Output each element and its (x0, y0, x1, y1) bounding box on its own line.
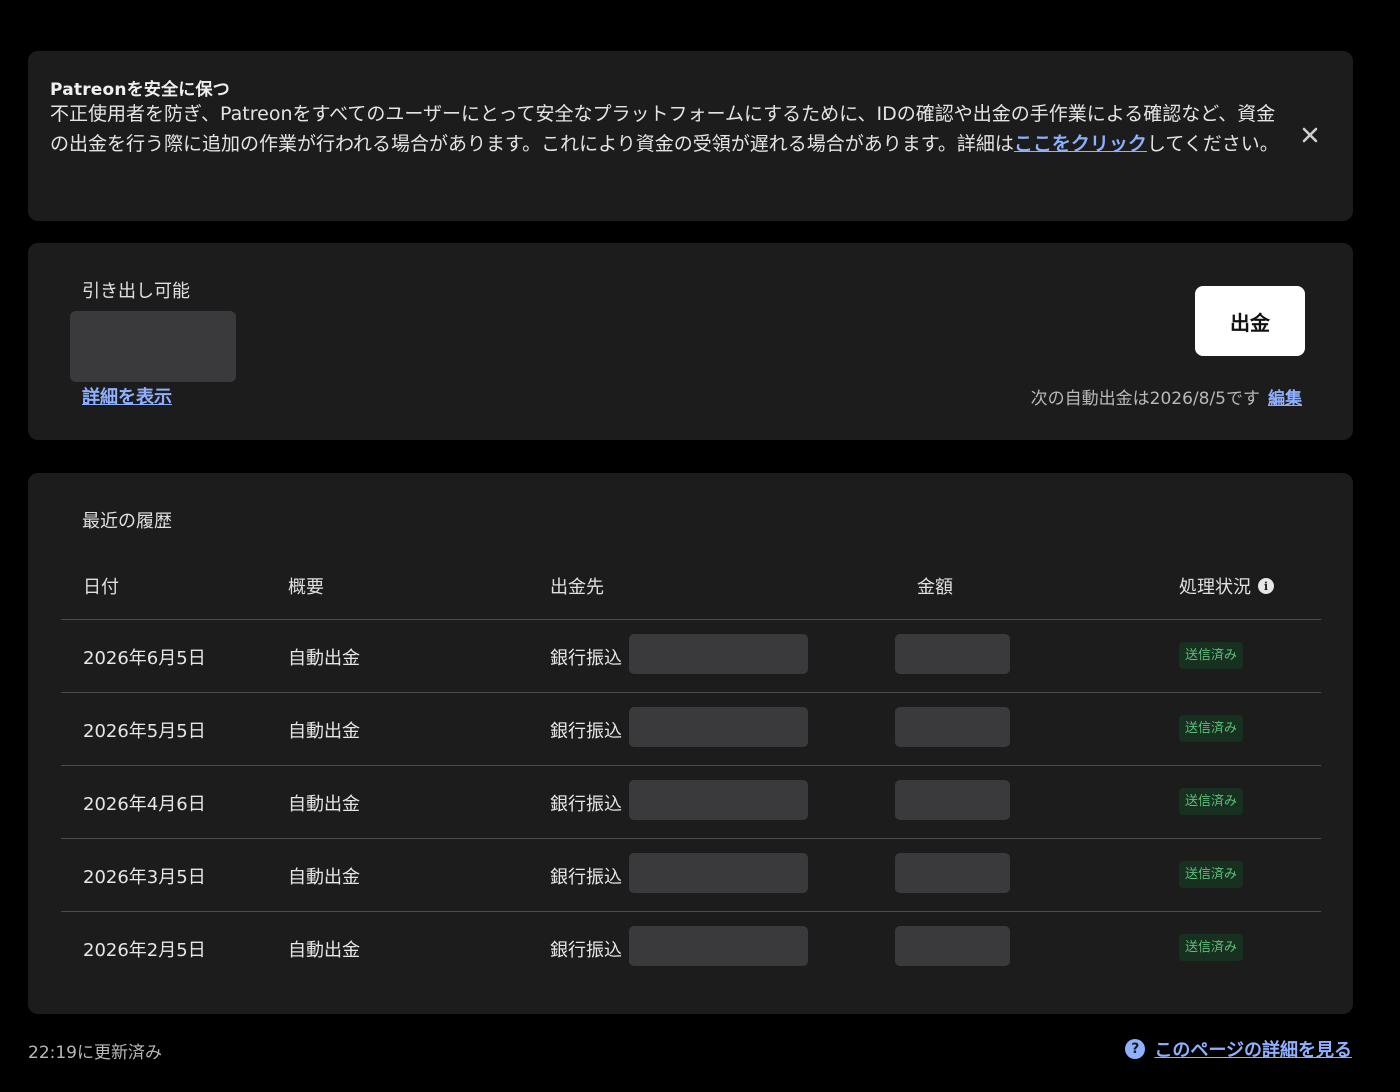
question-circle-icon: ? (1125, 1039, 1146, 1059)
row-destination: 銀行振込 (550, 940, 622, 961)
available-balance-label: 引き出し可能 (82, 281, 190, 302)
destination-redacted (629, 780, 808, 820)
amount-redacted (895, 926, 1010, 966)
column-header-amount: 金額 (917, 577, 953, 598)
row-summary: 自動出金 (288, 794, 360, 815)
table-row: 2026年5月5日 自動出金 銀行振込 送信済み (61, 693, 1321, 766)
row-date: 2026年4月6日 (83, 794, 206, 815)
notice-click-here-link[interactable]: ここをクリック (1014, 133, 1147, 155)
recent-history-card: 最近の履歴 日付 概要 出金先 金額 処理状況 i 2026年6月5日 自動出金… (28, 473, 1353, 1014)
withdraw-button[interactable]: 出金 (1195, 286, 1305, 356)
row-destination: 銀行振込 (550, 794, 622, 815)
row-destination: 銀行振込 (550, 648, 622, 669)
row-summary: 自動出金 (288, 648, 360, 669)
info-icon[interactable]: i (1258, 578, 1274, 594)
status-badge: 送信済み (1179, 934, 1244, 961)
last-updated-text: 22:19に更新済み (28, 1043, 162, 1063)
balance-card: 引き出し可能 詳細を表示 出金 次の自動出金は2026/8/5です 編集 (28, 243, 1353, 440)
row-date: 2026年5月5日 (83, 721, 206, 742)
history-title: 最近の履歴 (82, 511, 172, 532)
column-header-date: 日付 (83, 577, 119, 598)
row-date: 2026年6月5日 (83, 648, 206, 669)
notice-body: 不正使用者を防ぎ、Patreonをすべてのユーザーにとって安全なプラットフォーム… (50, 99, 1280, 159)
status-badge: 送信済み (1179, 788, 1244, 815)
destination-redacted (629, 926, 808, 966)
row-summary: 自動出金 (288, 867, 360, 888)
next-auto-payout: 次の自動出金は2026/8/5です 編集 (1031, 384, 1302, 409)
status-badge: 送信済み (1179, 642, 1244, 669)
page-help-link-label: このページの詳細を見る (1154, 1040, 1352, 1061)
edit-payout-link[interactable]: 編集 (1268, 389, 1302, 409)
amount-redacted (895, 707, 1010, 747)
notice-title: Patreonを安全に保つ (50, 80, 230, 100)
view-details-link[interactable]: 詳細を表示 (82, 383, 172, 409)
row-date: 2026年2月5日 (83, 940, 206, 961)
destination-redacted (629, 634, 808, 674)
status-badge: 送信済み (1179, 715, 1244, 742)
amount-redacted (895, 780, 1010, 820)
page-help-link[interactable]: ? このページの詳細を見る (1125, 1036, 1352, 1062)
status-badge: 送信済み (1179, 861, 1244, 888)
column-header-status-label: 処理状況 (1179, 577, 1251, 598)
notice-body-text-end: してください。 (1146, 133, 1279, 155)
row-summary: 自動出金 (288, 721, 360, 742)
column-header-summary: 概要 (288, 577, 324, 598)
balance-amount-redacted (70, 311, 236, 382)
amount-redacted (895, 634, 1010, 674)
amount-redacted (895, 853, 1010, 893)
row-summary: 自動出金 (288, 940, 360, 961)
column-header-destination: 出金先 (550, 577, 604, 598)
row-date: 2026年3月5日 (83, 867, 206, 888)
next-auto-payout-text: 次の自動出金は2026/8/5です (1030, 389, 1260, 409)
history-rows: 2026年6月5日 自動出金 銀行振込 送信済み 2026年5月5日 自動出金 … (61, 620, 1321, 984)
destination-redacted (629, 853, 808, 893)
table-row: 2026年4月6日 自動出金 銀行振込 送信済み (61, 766, 1321, 839)
table-row: 2026年3月5日 自動出金 銀行振込 送信済み (61, 839, 1321, 912)
destination-redacted (629, 707, 808, 747)
column-header-status: 処理状況 i (1179, 573, 1274, 599)
close-icon (1302, 127, 1318, 143)
row-destination: 銀行振込 (550, 867, 622, 888)
row-destination: 銀行振込 (550, 721, 622, 742)
table-header: 日付 概要 出金先 金額 処理状況 i (61, 563, 1321, 620)
table-row: 2026年2月5日 自動出金 銀行振込 送信済み (61, 912, 1321, 984)
table-row: 2026年6月5日 自動出金 銀行振込 送信済み (61, 620, 1321, 693)
close-notice-button[interactable] (1297, 122, 1323, 148)
safety-notice-card: Patreonを安全に保つ 不正使用者を防ぎ、Patreonをすべてのユーザーに… (28, 51, 1353, 221)
